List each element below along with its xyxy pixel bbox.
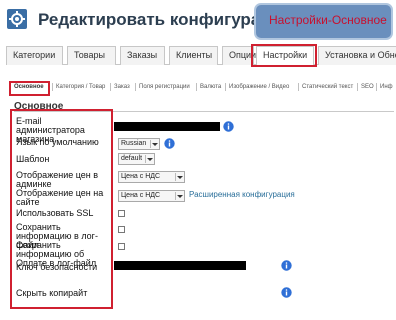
label-default-language: Язык по умолчанию: [16, 137, 99, 147]
general-subtab-highlight: [9, 81, 50, 96]
annotation-callout: Настройки-Основное: [254, 3, 393, 40]
subtab-order[interactable]: Заказ: [114, 82, 130, 92]
default-language-select[interactable]: Russian: [118, 138, 160, 150]
tab-orders[interactable]: Заказы: [120, 46, 165, 65]
security-key-input[interactable]: [114, 261, 246, 270]
save-payment-log-checkbox[interactable]: [118, 243, 125, 250]
subnav-divider: [135, 83, 136, 91]
subtab-registration-fields[interactable]: Поля регистрации: [139, 82, 190, 92]
subtab-currency[interactable]: Валюта: [200, 82, 221, 92]
tab-install-update[interactable]: Установка и Обновление: [318, 46, 396, 65]
subnav-divider: [298, 83, 299, 91]
subnav-divider: [196, 83, 197, 91]
main-tab-bar: Категории Товары Заказы Клиенты Опции На…: [6, 46, 396, 65]
dropdown-arrow-icon: [175, 192, 183, 200]
tab-options[interactable]: Опции: [222, 46, 256, 65]
site-price-display-value: Цена с НДС: [121, 192, 161, 199]
info-icon[interactable]: [164, 138, 175, 149]
label-security-key: Ключ безопасности: [16, 262, 98, 272]
subtab-image-video[interactable]: Изображение / Видео: [229, 82, 289, 92]
default-language-value: Russian: [121, 140, 147, 147]
subnav-divider: [357, 83, 358, 91]
subnav-divider: [110, 83, 111, 91]
info-icon[interactable]: [223, 121, 234, 132]
subnav-divider: [225, 83, 226, 91]
label-admin-price-display: Отображение цен в админке: [16, 170, 99, 189]
admin-email-input[interactable]: [114, 122, 220, 131]
label-site-price-display: Отображение цен на сайте: [16, 188, 104, 207]
subnav-divider: [376, 83, 377, 91]
tab-customers[interactable]: Клиенты: [169, 46, 218, 65]
dropdown-arrow-icon: [150, 140, 158, 148]
tab-products[interactable]: Товары: [67, 46, 116, 65]
callout-text: Настройки-Основное: [269, 13, 387, 27]
subtab-category-product[interactable]: Категория / Товар: [56, 82, 105, 92]
info-icon[interactable]: [281, 260, 292, 271]
admin-price-display-value: Цена с НДС: [121, 173, 161, 180]
info-icon[interactable]: [281, 287, 292, 298]
use-ssl-checkbox[interactable]: [118, 210, 125, 217]
template-value: default: [121, 155, 143, 162]
dropdown-arrow-icon: [145, 155, 153, 163]
tab-categories[interactable]: Категории: [6, 46, 63, 65]
settings-subnav: Основное Категория / Товар Заказ Поля ре…: [8, 82, 396, 94]
subtab-seo[interactable]: SEO: [361, 82, 374, 92]
subtab-info[interactable]: Инф: [380, 82, 393, 92]
admin-price-display-select[interactable]: Цена с НДС: [118, 171, 185, 183]
settings-tab-highlight: [251, 44, 317, 67]
template-select[interactable]: default: [118, 153, 155, 165]
advanced-config-link[interactable]: Расширенная конфигурация: [189, 190, 295, 199]
gear-icon: [7, 9, 27, 29]
label-hide-copyright: Скрыть копирайт: [16, 288, 88, 298]
subnav-divider: [52, 83, 53, 91]
label-template: Шаблон: [16, 154, 50, 164]
label-use-ssl: Использовать SSL: [16, 208, 94, 218]
config-editor-window: Редактировать конфигурацию Настройки-Осн…: [0, 0, 396, 320]
site-price-display-select[interactable]: Цена с НДС: [118, 190, 185, 202]
subtab-static-text[interactable]: Статический текст: [302, 82, 353, 92]
dropdown-arrow-icon: [175, 173, 183, 181]
save-info-log-checkbox[interactable]: [118, 226, 125, 233]
